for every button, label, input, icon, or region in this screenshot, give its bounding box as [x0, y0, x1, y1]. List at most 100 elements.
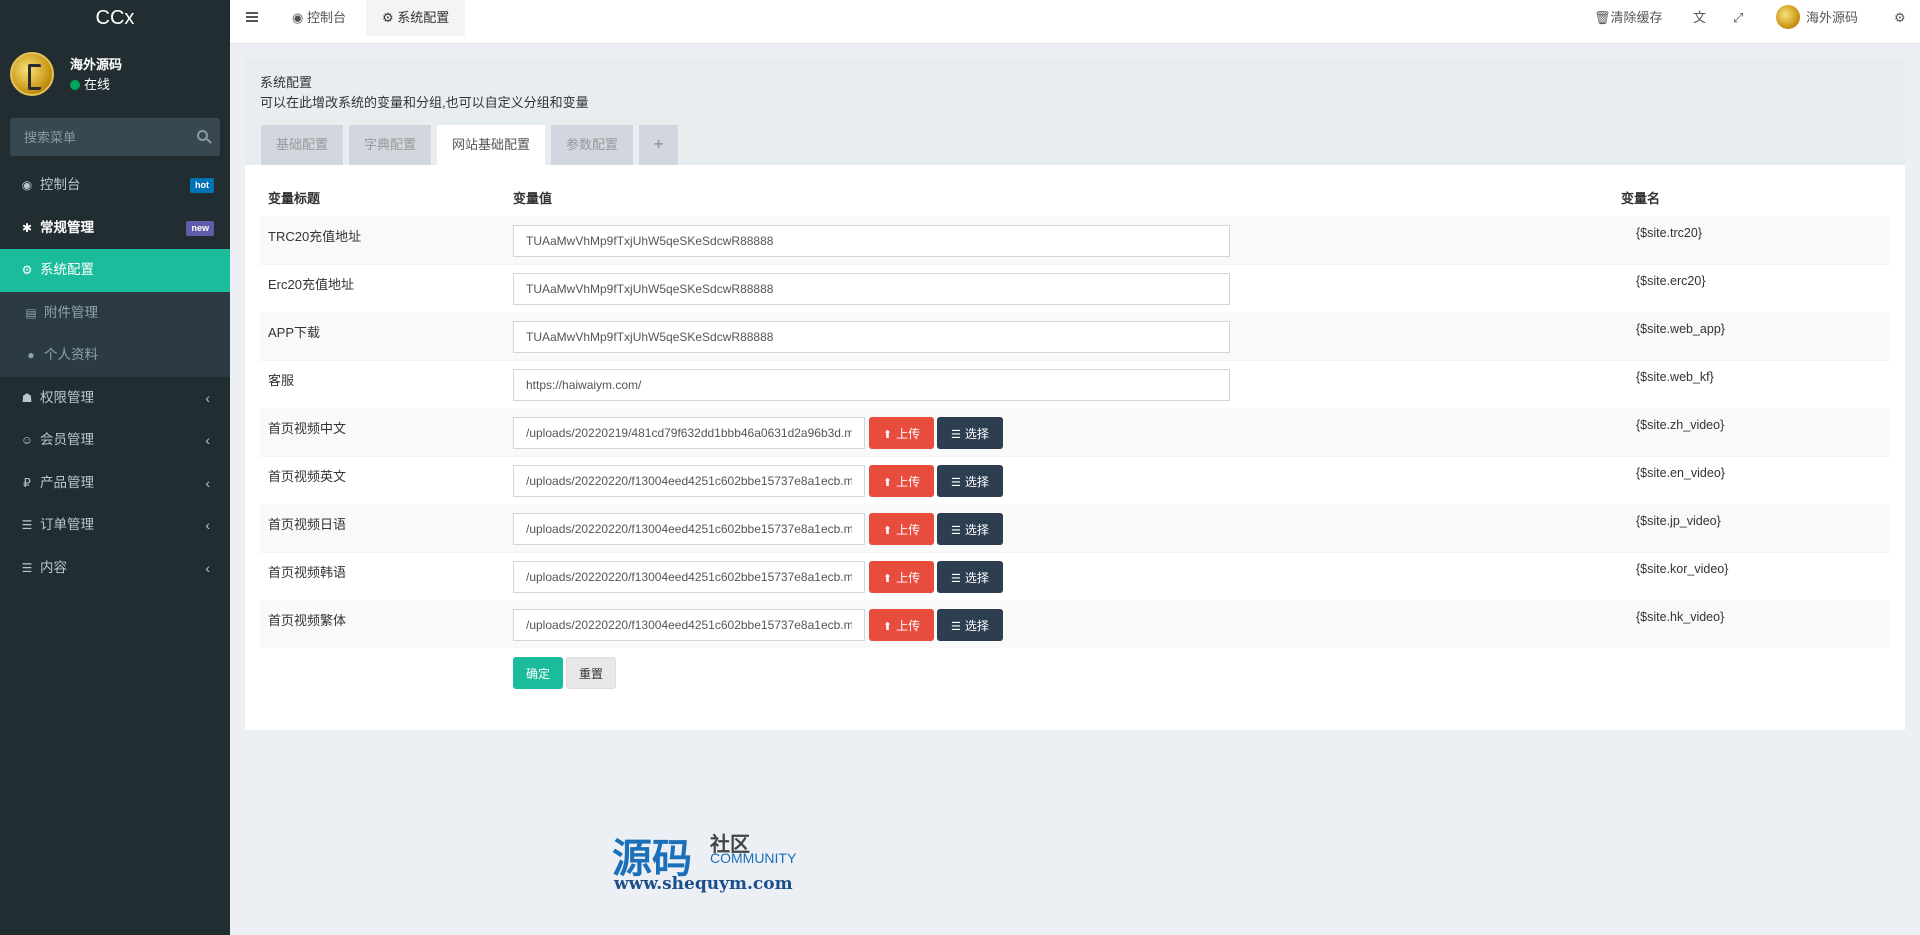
chevron-left-icon: ‹	[205, 389, 210, 406]
tab-label: 系统配置	[397, 10, 450, 25]
search-icon[interactable]	[197, 130, 208, 141]
sidebar-item-dashboard[interactable]: ◉ 控制台 hot	[0, 164, 230, 207]
tab-dictionary-config[interactable]: 字典配置	[349, 125, 432, 165]
tab-system-config[interactable]: ⚙ 系统配置	[366, 0, 466, 36]
sidebar-item-label: 控制台	[40, 177, 81, 192]
gear-icon: ⚙	[21, 263, 33, 277]
choose-button[interactable]: ☰ 选择	[937, 513, 1003, 545]
sidebar-item-system-config[interactable]: ⚙ 系统配置	[0, 249, 230, 292]
user-menu[interactable]: 海外源码	[1776, 0, 1858, 36]
dashboard-icon: ◉	[21, 178, 33, 192]
chevron-left-icon: ‹	[205, 517, 210, 533]
choose-label: 选择	[964, 522, 989, 537]
tab-site-config[interactable]: 网站基础配置	[437, 125, 546, 165]
table-row: 首页视频韩语 ⬆上传 ☰选择 {$site.kor_video}	[260, 552, 1890, 600]
row-label: 首页视频日语	[268, 517, 347, 532]
tab-basic-config[interactable]: 基础配置	[261, 125, 344, 165]
settings-button[interactable]: ⚙	[1894, 0, 1906, 36]
fullscreen-icon: ⤢	[1733, 10, 1744, 25]
row-variable-name: {$site.zh_video}	[1636, 418, 1725, 432]
language-button[interactable]: 文	[1693, 0, 1706, 36]
ruble-icon: ₽	[23, 475, 31, 490]
row-variable-name: {$site.trc20}	[1636, 226, 1703, 240]
page-description: 可以在此增改系统的变量和分组,也可以自定义分组和变量	[260, 95, 589, 110]
upload-button[interactable]: ⬆ 上传	[869, 561, 934, 593]
jp-video-input[interactable]	[513, 513, 865, 545]
choose-label: 选择	[964, 618, 989, 633]
cogs-icon: ✱	[21, 220, 33, 235]
upload-button[interactable]: ⬆ 上传	[869, 609, 934, 641]
sidebar-item-content[interactable]: ☰ 内容 ‹	[0, 547, 230, 590]
upload-button[interactable]: ⬆ 上传	[869, 417, 934, 449]
sidebar-item-permissions[interactable]: ☗ 权限管理 ‹	[0, 377, 230, 420]
row-label: Erc20充值地址	[268, 277, 354, 292]
upload-icon: ⬆	[882, 428, 893, 441]
sidebar-item-profile[interactable]: ● 个人资料	[0, 334, 230, 377]
sidebar-item-products[interactable]: ₽ 产品管理 ‹	[0, 462, 230, 505]
sidebar-item-general[interactable]: ✱ 常规管理 new	[0, 207, 230, 250]
hk-video-input[interactable]	[513, 609, 865, 641]
list-icon: ☰	[951, 476, 961, 489]
upload-button[interactable]: ⬆ 上传	[869, 465, 934, 497]
row-label: 客服	[268, 373, 295, 388]
confirm-button[interactable]: 确定	[513, 657, 563, 689]
app-logo[interactable]: CCx	[0, 0, 230, 36]
sidebar-item-orders[interactable]: ☰ 订单管理 ‹	[0, 504, 230, 547]
row-label: 首页视频繁体	[268, 613, 347, 628]
menu-toggle-icon[interactable]	[246, 12, 258, 22]
upload-icon: ⬆	[882, 476, 893, 489]
cogs-icon: ⚙	[1894, 10, 1906, 25]
upload-label: 上传	[896, 522, 921, 537]
sidebar-item-label: 订单管理	[40, 517, 94, 532]
choose-label: 选择	[964, 570, 989, 585]
choose-button[interactable]: ☰ 选择	[937, 561, 1003, 593]
upload-icon: ⬆	[882, 524, 893, 537]
kor-video-input[interactable]	[513, 561, 865, 593]
avatar	[1776, 5, 1800, 29]
choose-button[interactable]: ☰ 选择	[937, 609, 1003, 641]
clear-cache-button[interactable]: 🗑清除缓存	[1594, 0, 1663, 36]
config-panel: 系统配置 可以在此增改系统的变量和分组,也可以自定义分组和变量 基础配置 字典配…	[245, 58, 1905, 730]
upload-label: 上传	[896, 618, 921, 633]
list-icon: ☰	[21, 518, 33, 532]
gear-icon: ⚙	[382, 10, 394, 25]
user-circle-icon: ☺	[20, 433, 34, 447]
sidebar-item-members[interactable]: ☺ 会员管理 ‹	[0, 419, 230, 462]
en-video-input[interactable]	[513, 465, 865, 497]
row-variable-name: {$site.hk_video}	[1636, 610, 1725, 624]
trash-icon: 🗑	[1594, 10, 1611, 25]
watermark-community: COMMUNITY	[710, 850, 797, 866]
customer-service-input[interactable]	[513, 369, 1230, 401]
choose-button[interactable]: ☰ 选择	[937, 465, 1003, 497]
fullscreen-button[interactable]: ⤢	[1733, 0, 1743, 36]
user-status-label: 在线	[84, 77, 111, 92]
choose-button[interactable]: ☰ 选择	[937, 417, 1003, 449]
upload-icon: ⬆	[882, 620, 893, 633]
tab-param-config[interactable]: 参数配置	[551, 125, 634, 165]
column-header-name: 变量名	[1621, 191, 1661, 206]
choose-label: 选择	[964, 426, 989, 441]
sidebar-item-label: 系统配置	[40, 262, 94, 277]
sidebar-item-attachments[interactable]: ▤ 附件管理	[0, 291, 230, 334]
erc20-input[interactable]	[513, 273, 1230, 305]
row-label: 首页视频中文	[268, 421, 347, 436]
panel-header: 系统配置 可以在此增改系统的变量和分组,也可以自定义分组和变量 基础配置 字典配…	[245, 58, 1905, 165]
app-download-input[interactable]	[513, 321, 1230, 353]
search-input[interactable]	[10, 118, 180, 156]
avatar	[10, 52, 54, 96]
reset-button[interactable]: 重置	[566, 657, 616, 689]
upload-button[interactable]: ⬆ 上传	[869, 513, 934, 545]
tab-dashboard[interactable]: ◉ 控制台	[276, 0, 362, 36]
new-badge: new	[186, 220, 214, 236]
chevron-left-icon: ‹	[205, 474, 210, 491]
header-user-name: 海外源码	[1806, 10, 1859, 25]
hot-badge: hot	[190, 178, 214, 193]
list-icon: ☰	[951, 524, 961, 537]
trc20-input[interactable]	[513, 225, 1230, 257]
table-row: 首页视频中文 ⬆上传 ☰选择 {$site.zh_video}	[260, 408, 1890, 456]
user-panel: 海外源码 在线	[0, 36, 230, 108]
table-row: TRC20充值地址 {$site.trc20}	[260, 216, 1890, 264]
upload-label: 上传	[896, 570, 921, 585]
add-tab-button[interactable]: +	[639, 125, 679, 165]
zh-video-input[interactable]	[513, 417, 865, 449]
